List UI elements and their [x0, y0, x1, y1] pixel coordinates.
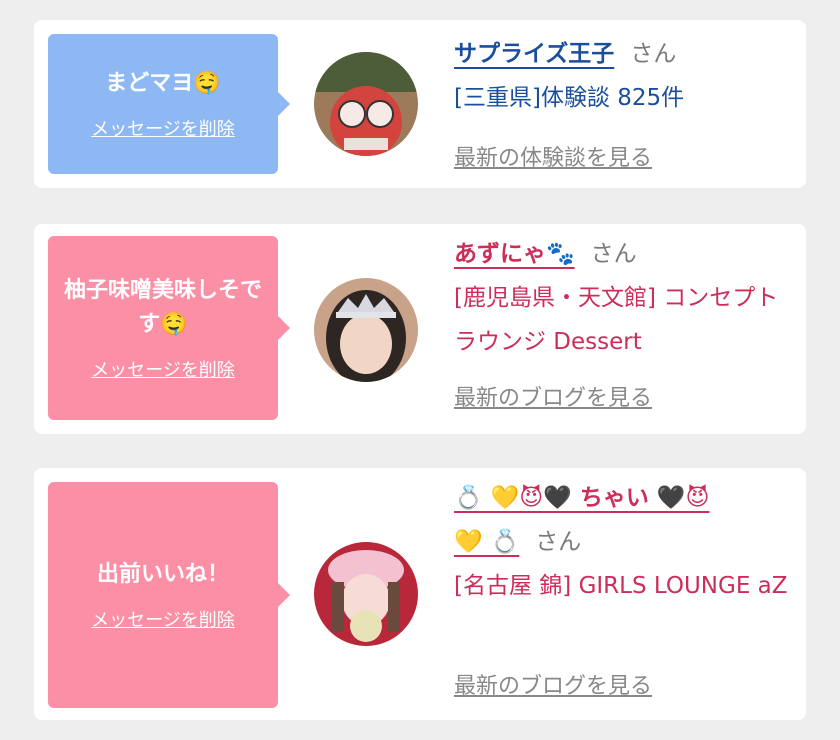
message-bubble: まどマヨ🤤 メッセージを削除 — [48, 34, 290, 174]
message-text: 出前いいね！ — [96, 562, 229, 587]
honorific: さん — [630, 41, 677, 67]
profile-name-link[interactable]: サプライズ王子 — [454, 41, 614, 67]
avatar-image — [314, 542, 418, 646]
profile-subtitle: [鹿児島県・天文館] コンセプトラウンジ Dessert — [454, 285, 779, 355]
message-bubble: 出前いいね！ メッセージを削除 — [48, 482, 290, 708]
message-bubble: 柚子味噌美味しそです🤤 メッセージを削除 — [48, 236, 290, 420]
message-card-1: まどマヨ🤤 メッセージを削除 サプライズ王子 さん [三重県]体験談 825件 最… — [34, 20, 806, 188]
profile-subtitle: [三重県]体験談 825件 — [454, 85, 685, 111]
avatar-image — [314, 278, 418, 382]
message-card-2: 柚子味噌美味しそです🤤 メッセージを削除 あずにゃ🐾 さん [鹿児島県・天文館] … — [34, 224, 806, 434]
delete-message-link[interactable]: メッセージを削除 — [91, 356, 235, 382]
latest-reviews-link[interactable]: 最新の体験談を見る — [454, 140, 652, 172]
avatar[interactable] — [314, 542, 418, 646]
message-text: 柚子味噌美味しそです🤤 — [63, 278, 262, 337]
honorific: さん — [590, 241, 637, 267]
avatar-image — [314, 52, 418, 156]
message-text: まどマヨ🤤 — [105, 71, 221, 96]
profile-subtitle: [名古屋 錦] GIRLS LOUNGE aZ — [454, 573, 788, 599]
avatar[interactable] — [314, 278, 418, 382]
profile-name-link-cont[interactable]: 💛 💍 — [454, 529, 519, 555]
delete-message-link[interactable]: メッセージを削除 — [91, 115, 235, 141]
honorific: さん — [535, 529, 582, 555]
profile-name-link[interactable]: 💍 💛😈🖤 ちゃい 🖤😈 — [454, 485, 710, 511]
profile-name-link[interactable]: あずにゃ🐾 — [454, 241, 575, 267]
message-card-3: 出前いいね！ メッセージを削除 💍 💛😈🖤 ちゃい 🖤😈 💛 💍 さん [名古屋 … — [34, 468, 806, 720]
delete-message-link[interactable]: メッセージを削除 — [91, 606, 235, 632]
avatar[interactable] — [314, 52, 418, 156]
latest-blog-link[interactable]: 最新のブログを見る — [454, 668, 652, 700]
latest-blog-link[interactable]: 最新のブログを見る — [454, 380, 652, 412]
